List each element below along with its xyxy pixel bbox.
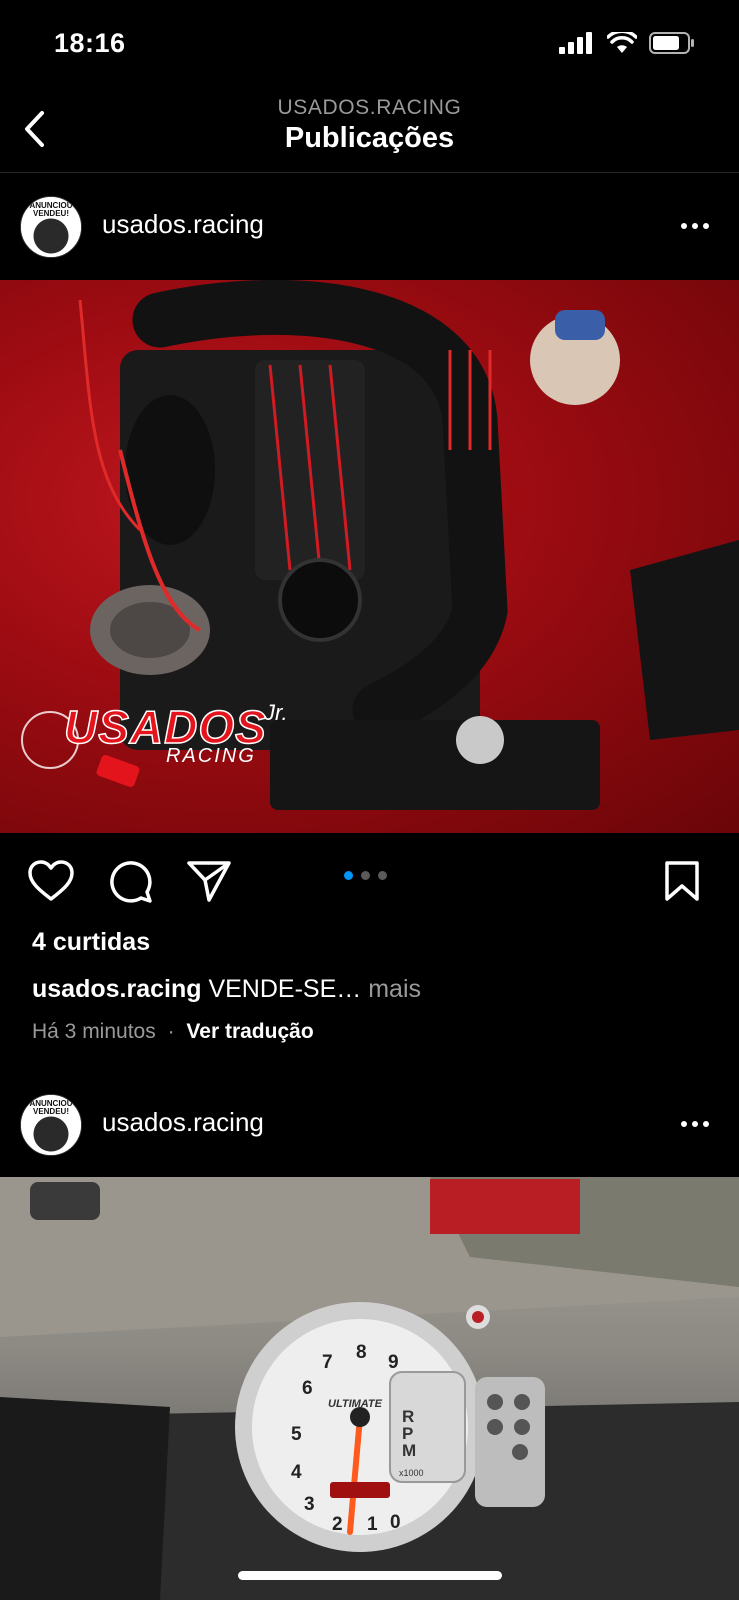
image-watermark-suffix: Jr. [264,700,288,725]
avatar-text: ANUNCIOU VENDEU! [29,201,73,218]
carousel-dot [378,871,387,880]
gauge-unit: RPM [402,1407,417,1460]
gauge-number: 5 [291,1424,302,1445]
caption-more-link[interactable]: mais [368,975,421,1003]
caption-text: VENDE-SE… [208,975,362,1003]
post-meta: Há 3 minutos · Ver tradução [32,1020,314,1044]
more-button[interactable] [673,1109,717,1139]
tachometer-photo [0,1177,739,1600]
gauge-number: 9 [388,1352,399,1373]
header-account-name: USADOS.RACING [277,96,462,119]
post-image[interactable] [0,1177,739,1600]
gauge-number: 4 [291,1462,302,1483]
home-indicator[interactable] [238,1571,502,1580]
wifi-icon [607,32,637,53]
bookmark-icon [665,861,699,901]
share-button[interactable] [184,856,234,906]
gauge-number: 8 [356,1342,367,1363]
avatar[interactable]: ANUNCIOU VENDEU! [20,196,82,258]
comment-icon [110,861,152,903]
carousel-dot [344,871,353,880]
gauge-number: 7 [322,1352,333,1373]
post-timestamp: Há 3 minutos [32,1020,156,1043]
comment-button[interactable] [105,856,155,906]
more-button[interactable] [673,211,717,241]
more-icon [681,223,687,229]
status-icons [559,32,695,54]
carousel-indicator [344,871,387,880]
gauge-number: 2 [332,1514,343,1535]
post-username[interactable]: usados.racing [102,209,264,240]
avatar[interactable]: ANUNCIOU VENDEU! [20,1094,82,1156]
save-button[interactable] [657,856,707,906]
translate-link[interactable]: Ver tradução [186,1020,313,1043]
gauge-number: 1 [367,1514,378,1535]
meta-separator: · [167,1020,175,1043]
post-username[interactable]: usados.racing [102,1107,264,1138]
battery-icon [649,32,694,54]
more-icon [681,1121,687,1127]
gauge-number: 3 [304,1494,315,1515]
image-watermark-sub: RACING [166,745,256,767]
gauge-number: 6 [302,1378,313,1399]
header-divider [0,172,739,173]
carousel-dot [361,871,370,880]
gauge-number: 0 [390,1512,401,1533]
signal-icon [559,32,592,54]
caption-username[interactable]: usados.racing [32,975,202,1003]
share-icon [187,861,231,902]
likes-count[interactable]: 4 curtidas [32,928,150,957]
page-title: Publicações [284,122,455,154]
avatar-text: ANUNCIOU VENDEU! [29,1099,73,1116]
heart-icon [28,860,74,901]
post-caption[interactable]: usados.racing VENDE-SE… mais [32,975,421,1004]
status-time: 18:16 [54,28,126,58]
gauge-brand: ULTIMATE [328,1398,382,1410]
like-button[interactable] [26,856,76,906]
gauge-multiplier: x1000 [399,1468,424,1478]
